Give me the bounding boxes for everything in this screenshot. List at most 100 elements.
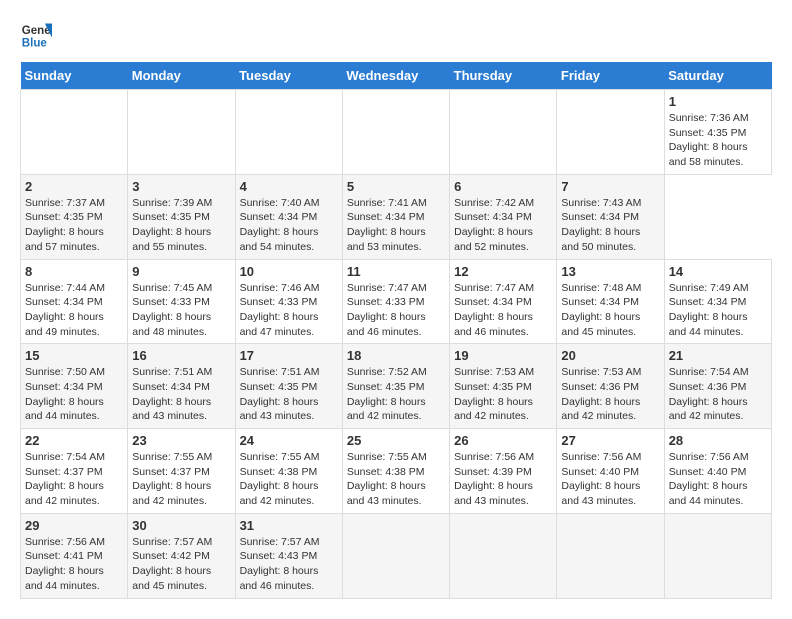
day-number: 8 [25, 264, 123, 279]
day-cell-2: 2 Sunrise: 7:37 AMSunset: 4:35 PMDayligh… [21, 174, 128, 259]
logo-icon: General Blue [20, 20, 52, 52]
empty-cell [664, 513, 771, 598]
day-cell-1: 1 Sunrise: 7:36 AMSunset: 4:35 PMDayligh… [664, 90, 771, 175]
day-number: 7 [561, 179, 659, 194]
day-number: 24 [240, 433, 338, 448]
week-row-2: 2 Sunrise: 7:37 AMSunset: 4:35 PMDayligh… [21, 174, 772, 259]
day-number: 15 [25, 348, 123, 363]
page-header: General Blue [20, 20, 772, 52]
week-row-3: 8 Sunrise: 7:44 AMSunset: 4:34 PMDayligh… [21, 259, 772, 344]
day-number: 28 [669, 433, 767, 448]
dow-sunday: Sunday [21, 62, 128, 90]
logo: General Blue [20, 20, 52, 52]
day-cell-31: 31 Sunrise: 7:57 AMSunset: 4:43 PMDaylig… [235, 513, 342, 598]
day-cell-20: 20 Sunrise: 7:53 AMSunset: 4:36 PMDaylig… [557, 344, 664, 429]
day-info: Sunrise: 7:52 AMSunset: 4:35 PMDaylight:… [347, 365, 445, 424]
day-info: Sunrise: 7:44 AMSunset: 4:34 PMDaylight:… [25, 281, 123, 340]
day-number: 2 [25, 179, 123, 194]
day-cell-17: 17 Sunrise: 7:51 AMSunset: 4:35 PMDaylig… [235, 344, 342, 429]
week-row-4: 15 Sunrise: 7:50 AMSunset: 4:34 PMDaylig… [21, 344, 772, 429]
day-cell-14: 14 Sunrise: 7:49 AMSunset: 4:34 PMDaylig… [664, 259, 771, 344]
day-cell-29: 29 Sunrise: 7:56 AMSunset: 4:41 PMDaylig… [21, 513, 128, 598]
day-info: Sunrise: 7:39 AMSunset: 4:35 PMDaylight:… [132, 196, 230, 255]
empty-cell [235, 90, 342, 175]
day-info: Sunrise: 7:42 AMSunset: 4:34 PMDaylight:… [454, 196, 552, 255]
day-cell-30: 30 Sunrise: 7:57 AMSunset: 4:42 PMDaylig… [128, 513, 235, 598]
day-number: 11 [347, 264, 445, 279]
day-cell-11: 11 Sunrise: 7:47 AMSunset: 4:33 PMDaylig… [342, 259, 449, 344]
day-cell-25: 25 Sunrise: 7:55 AMSunset: 4:38 PMDaylig… [342, 429, 449, 514]
day-number: 10 [240, 264, 338, 279]
day-number: 16 [132, 348, 230, 363]
empty-cell [557, 513, 664, 598]
empty-cell [21, 90, 128, 175]
week-row-1: 1 Sunrise: 7:36 AMSunset: 4:35 PMDayligh… [21, 90, 772, 175]
calendar-body: 1 Sunrise: 7:36 AMSunset: 4:35 PMDayligh… [21, 90, 772, 599]
day-cell-23: 23 Sunrise: 7:55 AMSunset: 4:37 PMDaylig… [128, 429, 235, 514]
svg-text:Blue: Blue [22, 38, 48, 50]
day-number: 31 [240, 518, 338, 533]
day-info: Sunrise: 7:48 AMSunset: 4:34 PMDaylight:… [561, 281, 659, 340]
day-number: 22 [25, 433, 123, 448]
day-number: 1 [669, 94, 767, 109]
day-info: Sunrise: 7:57 AMSunset: 4:43 PMDaylight:… [240, 535, 338, 594]
day-info: Sunrise: 7:37 AMSunset: 4:35 PMDaylight:… [25, 196, 123, 255]
day-number: 6 [454, 179, 552, 194]
day-info: Sunrise: 7:50 AMSunset: 4:34 PMDaylight:… [25, 365, 123, 424]
day-info: Sunrise: 7:41 AMSunset: 4:34 PMDaylight:… [347, 196, 445, 255]
day-info: Sunrise: 7:53 AMSunset: 4:35 PMDaylight:… [454, 365, 552, 424]
day-number: 17 [240, 348, 338, 363]
day-info: Sunrise: 7:47 AMSunset: 4:33 PMDaylight:… [347, 281, 445, 340]
day-number: 5 [347, 179, 445, 194]
day-number: 18 [347, 348, 445, 363]
dow-wednesday: Wednesday [342, 62, 449, 90]
empty-cell [342, 90, 449, 175]
day-cell-21: 21 Sunrise: 7:54 AMSunset: 4:36 PMDaylig… [664, 344, 771, 429]
day-cell-6: 6 Sunrise: 7:42 AMSunset: 4:34 PMDayligh… [450, 174, 557, 259]
day-cell-19: 19 Sunrise: 7:53 AMSunset: 4:35 PMDaylig… [450, 344, 557, 429]
day-number: 27 [561, 433, 659, 448]
day-number: 3 [132, 179, 230, 194]
day-cell-4: 4 Sunrise: 7:40 AMSunset: 4:34 PMDayligh… [235, 174, 342, 259]
day-cell-7: 7 Sunrise: 7:43 AMSunset: 4:34 PMDayligh… [557, 174, 664, 259]
day-cell-26: 26 Sunrise: 7:56 AMSunset: 4:39 PMDaylig… [450, 429, 557, 514]
day-info: Sunrise: 7:56 AMSunset: 4:39 PMDaylight:… [454, 450, 552, 509]
day-info: Sunrise: 7:51 AMSunset: 4:34 PMDaylight:… [132, 365, 230, 424]
day-info: Sunrise: 7:56 AMSunset: 4:40 PMDaylight:… [561, 450, 659, 509]
day-info: Sunrise: 7:43 AMSunset: 4:34 PMDaylight:… [561, 196, 659, 255]
day-cell-3: 3 Sunrise: 7:39 AMSunset: 4:35 PMDayligh… [128, 174, 235, 259]
day-number: 26 [454, 433, 552, 448]
day-cell-13: 13 Sunrise: 7:48 AMSunset: 4:34 PMDaylig… [557, 259, 664, 344]
day-info: Sunrise: 7:45 AMSunset: 4:33 PMDaylight:… [132, 281, 230, 340]
day-info: Sunrise: 7:56 AMSunset: 4:41 PMDaylight:… [25, 535, 123, 594]
week-row-6: 29 Sunrise: 7:56 AMSunset: 4:41 PMDaylig… [21, 513, 772, 598]
day-number: 29 [25, 518, 123, 533]
day-info: Sunrise: 7:51 AMSunset: 4:35 PMDaylight:… [240, 365, 338, 424]
dow-thursday: Thursday [450, 62, 557, 90]
week-row-5: 22 Sunrise: 7:54 AMSunset: 4:37 PMDaylig… [21, 429, 772, 514]
day-cell-12: 12 Sunrise: 7:47 AMSunset: 4:34 PMDaylig… [450, 259, 557, 344]
day-number: 12 [454, 264, 552, 279]
day-info: Sunrise: 7:55 AMSunset: 4:37 PMDaylight:… [132, 450, 230, 509]
dow-tuesday: Tuesday [235, 62, 342, 90]
day-number: 21 [669, 348, 767, 363]
day-info: Sunrise: 7:40 AMSunset: 4:34 PMDaylight:… [240, 196, 338, 255]
day-number: 4 [240, 179, 338, 194]
days-of-week-header: SundayMondayTuesdayWednesdayThursdayFrid… [21, 62, 772, 90]
empty-cell [557, 90, 664, 175]
day-info: Sunrise: 7:56 AMSunset: 4:40 PMDaylight:… [669, 450, 767, 509]
empty-cell [450, 90, 557, 175]
day-number: 9 [132, 264, 230, 279]
day-cell-9: 9 Sunrise: 7:45 AMSunset: 4:33 PMDayligh… [128, 259, 235, 344]
empty-cell [128, 90, 235, 175]
day-cell-10: 10 Sunrise: 7:46 AMSunset: 4:33 PMDaylig… [235, 259, 342, 344]
day-cell-27: 27 Sunrise: 7:56 AMSunset: 4:40 PMDaylig… [557, 429, 664, 514]
day-cell-16: 16 Sunrise: 7:51 AMSunset: 4:34 PMDaylig… [128, 344, 235, 429]
day-cell-15: 15 Sunrise: 7:50 AMSunset: 4:34 PMDaylig… [21, 344, 128, 429]
day-number: 19 [454, 348, 552, 363]
day-cell-18: 18 Sunrise: 7:52 AMSunset: 4:35 PMDaylig… [342, 344, 449, 429]
day-info: Sunrise: 7:54 AMSunset: 4:37 PMDaylight:… [25, 450, 123, 509]
day-info: Sunrise: 7:36 AMSunset: 4:35 PMDaylight:… [669, 111, 767, 170]
day-number: 25 [347, 433, 445, 448]
day-info: Sunrise: 7:55 AMSunset: 4:38 PMDaylight:… [347, 450, 445, 509]
